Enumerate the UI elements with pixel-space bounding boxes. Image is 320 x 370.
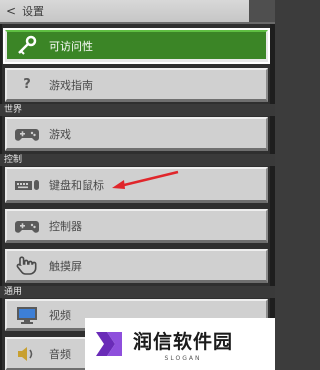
header-right-block <box>249 0 275 22</box>
settings-header: < 设置 <box>0 0 275 24</box>
keyboard-mouse-icon <box>13 174 41 196</box>
video-label: 视频 <box>49 308 71 322</box>
touchscreen-button[interactable]: 触摸屏 <box>5 249 268 283</box>
controller-button[interactable]: 控制器 <box>5 209 268 243</box>
gamepad-icon <box>13 123 41 145</box>
back-button[interactable]: < <box>6 4 16 18</box>
watermark-main-text: 润信软件园 <box>133 330 234 353</box>
question-icon: ? <box>13 74 41 96</box>
accessibility-button[interactable]: 可访问性 <box>3 28 270 64</box>
audio-label: 音频 <box>49 347 71 361</box>
watermark-text: 润信软件园 SLOGAN <box>133 327 233 362</box>
controller-label: 控制器 <box>49 219 82 233</box>
key-icon <box>13 35 41 57</box>
accessibility-label: 可访问性 <box>49 39 93 53</box>
controller-icon <box>13 215 41 237</box>
how-to-play-button[interactable]: ? 游戏指南 <box>5 68 268 102</box>
watermark: 润信软件园 SLOGAN <box>85 318 275 370</box>
annotation-arrow <box>112 170 179 189</box>
game-label: 游戏 <box>49 127 71 141</box>
question-glyph: ? <box>23 77 31 92</box>
speaker-icon <box>13 343 41 365</box>
watermark-logo-icon <box>96 332 122 356</box>
monitor-icon <box>13 304 41 326</box>
watermark-slogan: SLOGAN <box>164 354 202 362</box>
section-general: 通用 <box>0 286 275 298</box>
keyboard-mouse-label: 键盘和鼠标 <box>49 178 104 192</box>
section-world: 世界 <box>0 104 275 116</box>
section-controls: 控制 <box>0 154 275 166</box>
page-title: 设置 <box>22 5 45 18</box>
list-left-edge <box>0 24 2 370</box>
touchscreen-label: 触摸屏 <box>49 259 82 273</box>
how-to-play-label: 游戏指南 <box>49 78 93 92</box>
touch-hand-icon <box>13 255 41 277</box>
game-button[interactable]: 游戏 <box>5 117 268 151</box>
